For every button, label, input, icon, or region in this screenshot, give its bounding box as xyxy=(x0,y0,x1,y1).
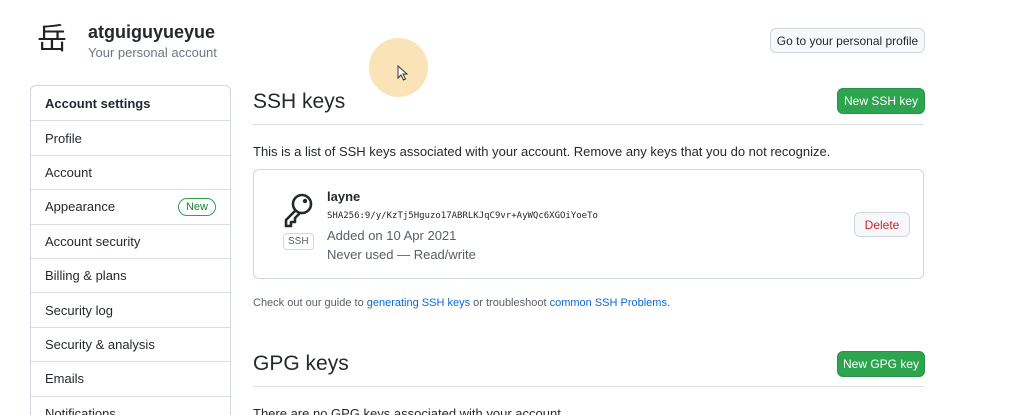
sidebar-item-billing-plans[interactable]: Billing & plans xyxy=(31,257,230,292)
sidebar-item-emails[interactable]: Emails xyxy=(31,361,230,395)
ssh-key-item: SSH layne SHA256:9/y/KzTj5Hguzo17ABRLKJq… xyxy=(253,169,924,279)
section-divider xyxy=(253,386,924,387)
sidebar-item-security-log[interactable]: Security log xyxy=(31,292,230,326)
account-username: atguiguyueyue xyxy=(88,22,216,42)
avatar[interactable]: 岳 xyxy=(34,22,70,58)
gpg-keys-description: There are no GPG keys associated with yo… xyxy=(253,406,565,415)
ssh-key-fingerprint: SHA256:9/y/KzTj5Hguzo17ABRLKJqC9vr+AyWQc… xyxy=(327,211,598,221)
sidebar-item-notifications[interactable]: Notifications xyxy=(31,395,230,415)
ssh-keys-description: This is a list of SSH keys associated wi… xyxy=(253,144,831,159)
guide-prefix: Check out our guide to xyxy=(253,297,367,309)
guide-suffix: . xyxy=(666,297,671,309)
new-gpg-key-button[interactable]: New GPG key xyxy=(837,351,925,377)
settings-page: 岳 atguiguyueyue Your personal account Go… xyxy=(0,0,1020,415)
sidebar-item-label: Account xyxy=(45,164,92,180)
sidebar-item-label: Security & analysis xyxy=(45,336,155,352)
ssh-key-added-date: Added on 10 Apr 2021 xyxy=(327,228,457,243)
sidebar-item-label: Notifications xyxy=(45,405,116,415)
sidebar-item-label: Account security xyxy=(45,233,141,249)
sidebar-item-account[interactable]: Account xyxy=(31,154,230,189)
ssh-key-name: layne xyxy=(327,189,361,204)
sidebar-item-account-security[interactable]: Account security xyxy=(31,223,230,258)
ssh-guide-text: Check out our guide to generating SSH ke… xyxy=(253,297,670,309)
sidebar-item-label: Appearance xyxy=(45,199,116,215)
account-type-label: Your personal account xyxy=(88,45,217,60)
section-divider xyxy=(253,124,924,125)
delete-ssh-key-button[interactable]: Delete xyxy=(854,212,910,237)
new-ssh-key-button[interactable]: New SSH key xyxy=(837,88,925,114)
ssh-key-usage: Never used — Read/write xyxy=(327,247,476,262)
sidebar-item-appearance[interactable]: Appearance New xyxy=(31,189,230,223)
sidebar-item-label: Security log xyxy=(45,302,113,318)
ssh-keys-title: SSH keys xyxy=(253,90,346,113)
gpg-keys-title: GPG keys xyxy=(253,352,349,375)
key-icon xyxy=(284,193,313,228)
generating-ssh-keys-link[interactable]: generating SSH keys xyxy=(367,297,470,309)
go-to-profile-button[interactable]: Go to your personal profile xyxy=(770,28,925,53)
new-badge: New xyxy=(177,197,216,216)
sidebar-item-label: Emails xyxy=(45,371,85,387)
sidebar-item-security-analysis[interactable]: Security & analysis xyxy=(31,326,230,361)
settings-sidebar: Account settings Profile Account Appeara… xyxy=(30,85,231,415)
sidebar-item-label: Profile xyxy=(45,130,82,146)
mouse-cursor-icon xyxy=(397,65,409,81)
sidebar-heading-account-settings: Account settings xyxy=(31,86,230,120)
ssh-type-tag: SSH xyxy=(283,233,314,250)
guide-middle: or troubleshoot xyxy=(470,297,550,309)
common-ssh-problems-link[interactable]: common SSH Problems xyxy=(550,297,667,309)
sidebar-item-label: Billing & plans xyxy=(45,268,127,284)
sidebar-item-profile[interactable]: Profile xyxy=(31,120,230,154)
sidebar-item-label: Account settings xyxy=(45,95,151,111)
